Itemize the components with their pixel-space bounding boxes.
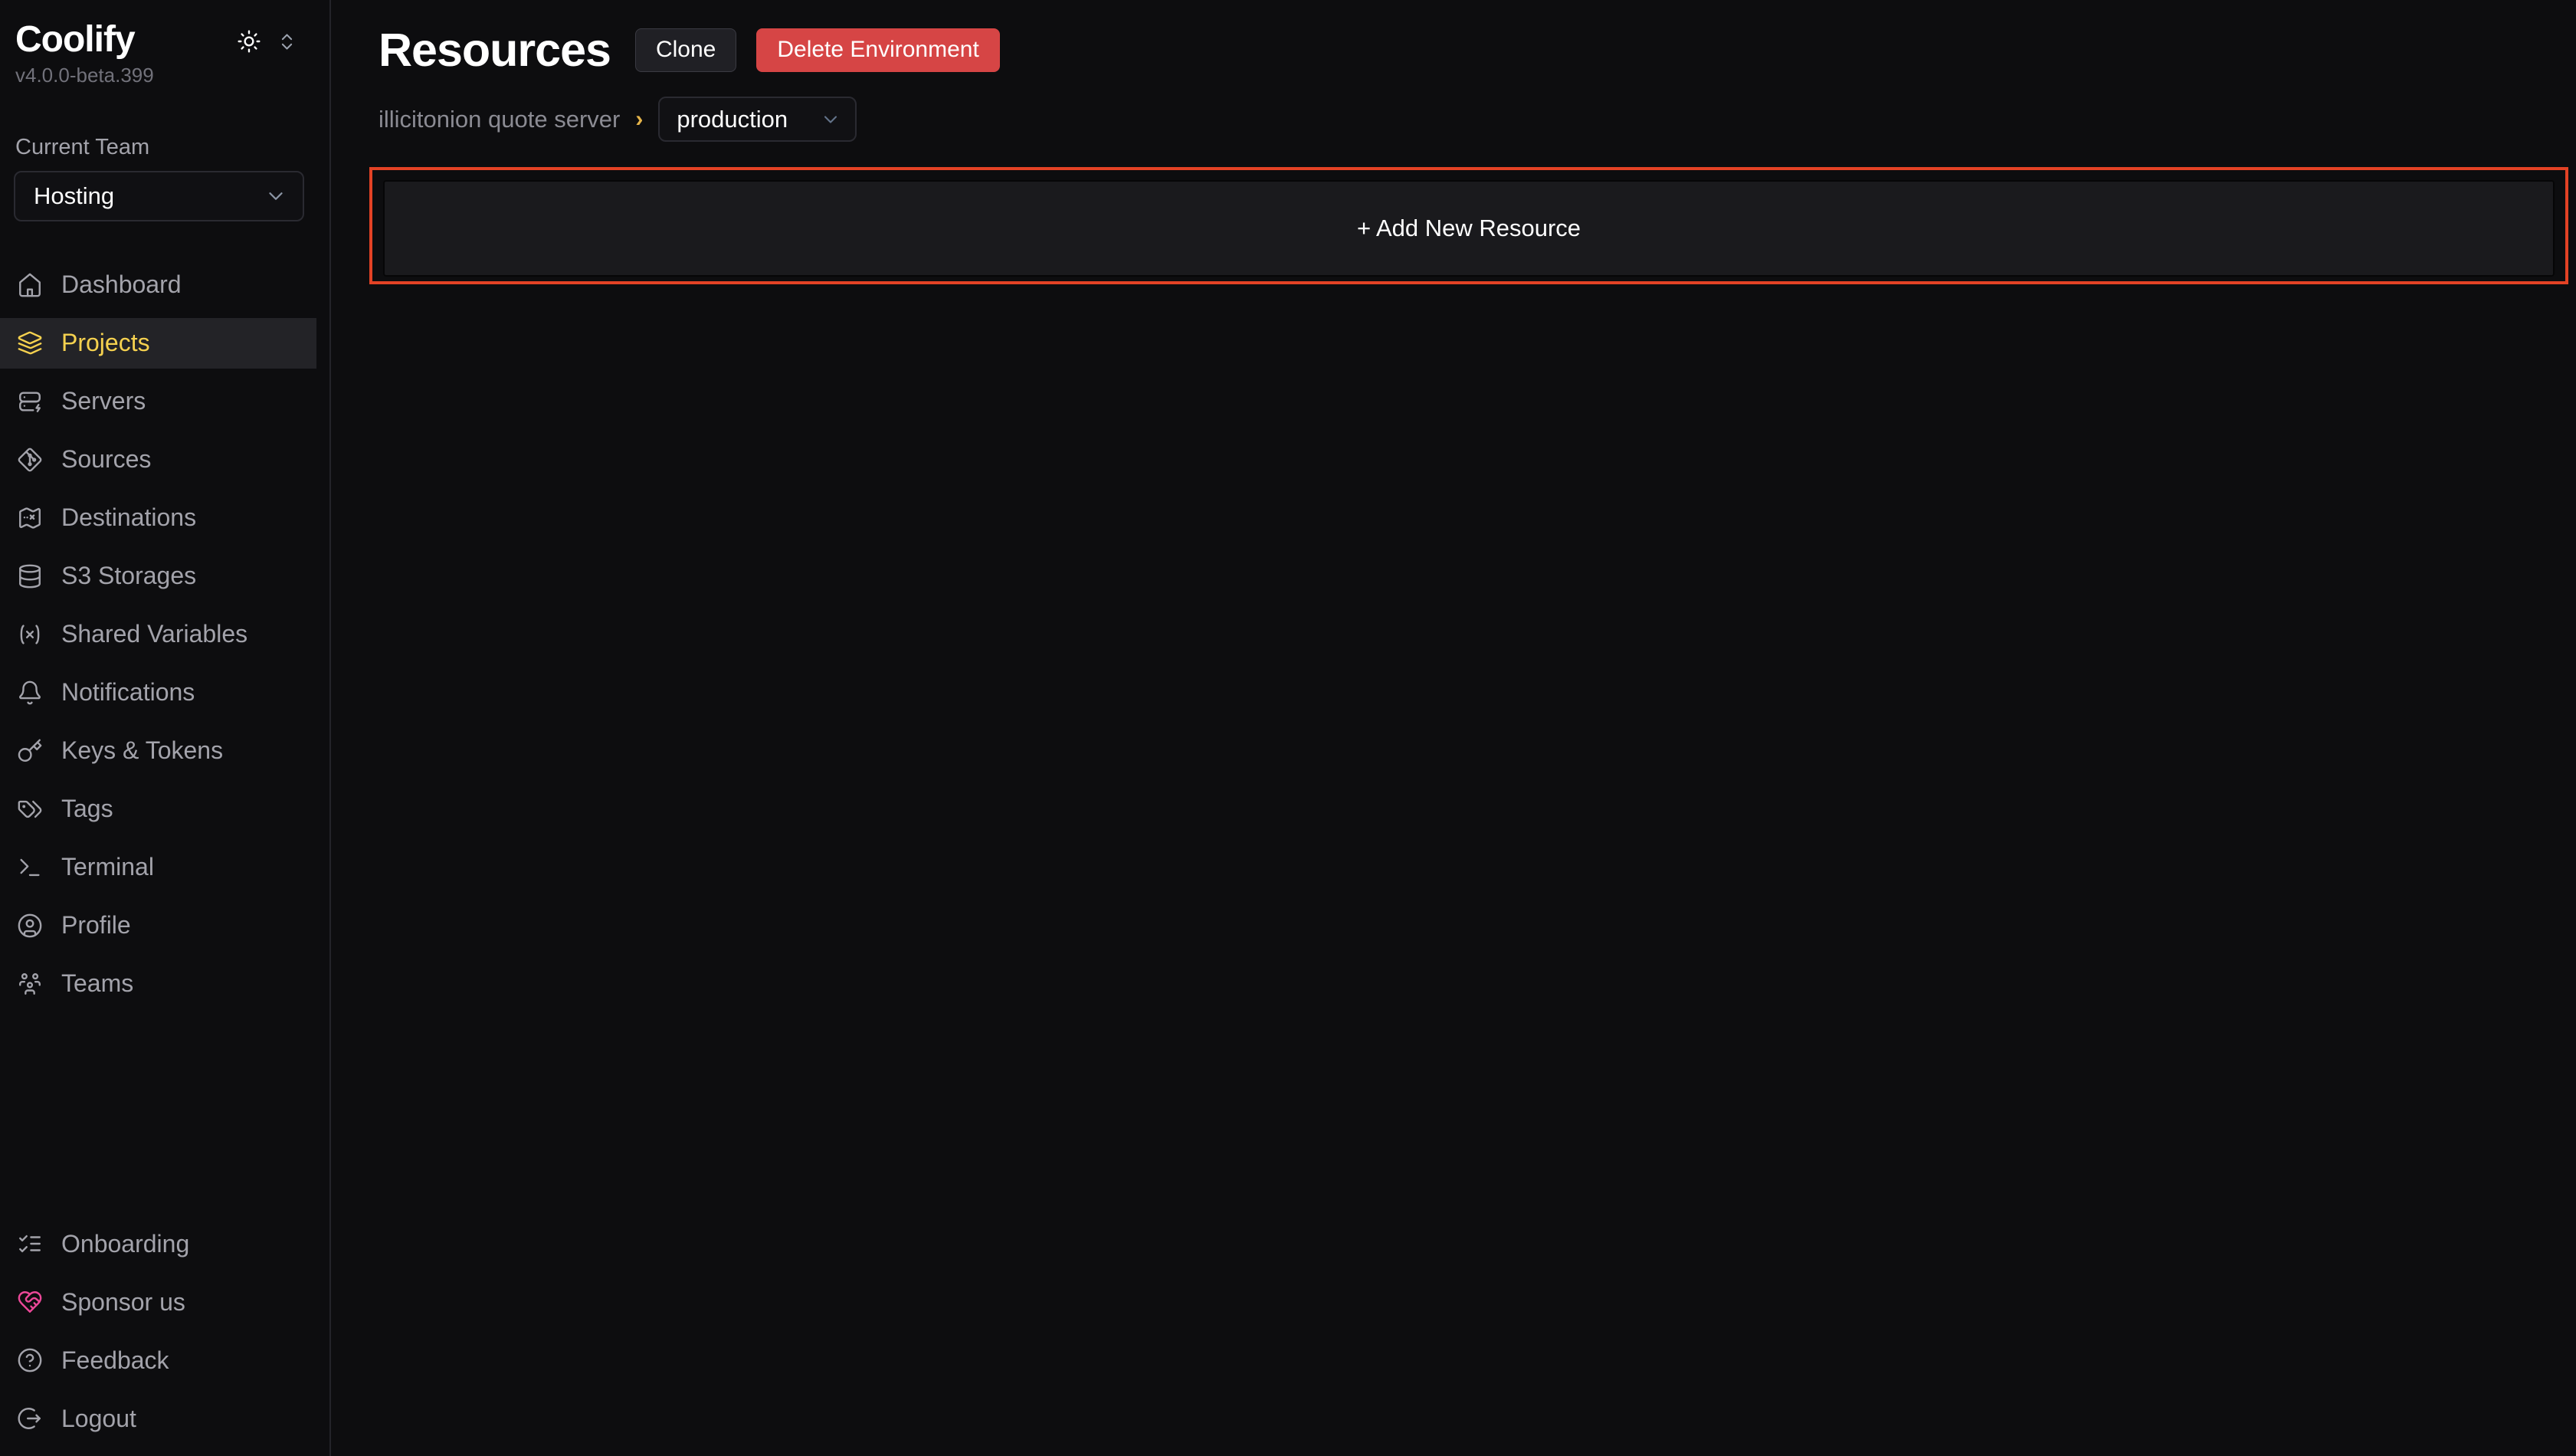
sidebar-item-notifications[interactable]: Notifications (0, 667, 316, 718)
layers-icon (17, 330, 43, 356)
breadcrumb: illicitonion quote server › production (379, 97, 2576, 142)
team-select[interactable]: Hosting (14, 171, 304, 221)
sidebar-item-label: Tags (61, 795, 113, 823)
database-icon (17, 563, 43, 589)
tags-icon (17, 796, 43, 822)
sidebar-item-label: Feedback (61, 1346, 169, 1375)
main-content: Resources Clone Delete Environment illic… (331, 0, 2576, 1456)
logo-row: Coolify (0, 0, 329, 61)
sidebar-item-label: Logout (61, 1405, 136, 1433)
users-icon (17, 971, 43, 997)
home-icon (17, 272, 43, 298)
variable-icon (17, 621, 43, 648)
environment-select-value: production (677, 106, 788, 133)
page-title: Resources (379, 23, 611, 77)
sidebar-footer-nav: Onboarding Sponsor us Feedback Logout (0, 1218, 329, 1456)
sidebar-item-teams[interactable]: Teams (0, 959, 316, 1009)
sidebar-item-label: Shared Variables (61, 620, 247, 648)
sidebar-item-logout[interactable]: Logout (0, 1393, 316, 1444)
sidebar-item-label: Projects (61, 329, 150, 357)
sidebar-item-label: Keys & Tokens (61, 736, 223, 765)
server-bolt-icon (17, 389, 43, 415)
app-version: v4.0.0-beta.399 (0, 61, 329, 87)
current-team-label: Current Team (0, 87, 329, 171)
map-icon (17, 505, 43, 531)
user-circle-icon (17, 913, 43, 939)
sidebar-item-label: Sources (61, 445, 151, 474)
logout-icon (17, 1405, 43, 1431)
breadcrumb-project-link[interactable]: illicitonion quote server (379, 106, 620, 133)
highlight-annotation-box: + Add New Resource (369, 167, 2568, 284)
sidebar-item-onboarding[interactable]: Onboarding (0, 1218, 316, 1269)
help-circle-icon (17, 1347, 43, 1373)
chevron-down-icon (820, 109, 841, 130)
heart-handshake-icon (17, 1289, 43, 1315)
sidebar-item-dashboard[interactable]: Dashboard (0, 260, 316, 310)
breadcrumb-chevron-icon: › (635, 107, 643, 133)
sidebar-item-keys-tokens[interactable]: Keys & Tokens (0, 726, 316, 776)
environment-select[interactable]: production (658, 97, 857, 142)
sidebar-item-label: Destinations (61, 503, 196, 532)
theme-toggle-sun-icon[interactable] (237, 29, 261, 54)
chevrons-up-down-icon[interactable] (277, 31, 297, 52)
sidebar-item-shared-variables[interactable]: Shared Variables (0, 609, 316, 660)
top-icons (237, 29, 297, 54)
sidebar-item-tags[interactable]: Tags (0, 784, 316, 835)
sidebar-item-label: Servers (61, 387, 146, 415)
page-header: Resources Clone Delete Environment (379, 23, 2576, 77)
sidebar-item-profile[interactable]: Profile (0, 900, 316, 951)
sidebar-item-s3-storages[interactable]: S3 Storages (0, 551, 316, 602)
delete-environment-button[interactable]: Delete Environment (756, 28, 999, 72)
sidebar-item-sponsor-us[interactable]: Sponsor us (0, 1277, 316, 1327)
terminal-icon (17, 854, 43, 880)
app-logo: Coolify (15, 20, 135, 61)
sidebar-nav: Dashboard Projects Servers Sources Desti… (0, 260, 329, 1017)
list-checks-icon (17, 1231, 43, 1257)
sidebar-item-destinations[interactable]: Destinations (0, 493, 316, 543)
sidebar-item-projects[interactable]: Projects (0, 318, 316, 369)
key-icon (17, 738, 43, 764)
clone-button[interactable]: Clone (635, 28, 736, 72)
sidebar-item-label: Dashboard (61, 271, 182, 299)
sidebar-item-label: S3 Storages (61, 562, 196, 590)
sidebar-item-label: Sponsor us (61, 1288, 185, 1317)
sidebar-item-label: Notifications (61, 678, 195, 707)
sidebar-item-label: Profile (61, 911, 131, 940)
git-icon (17, 447, 43, 473)
sidebar-item-label: Terminal (61, 853, 154, 881)
sidebar-spacer (0, 1017, 329, 1218)
sidebar: Coolify v4.0.0-beta.399 Current Team Hos… (0, 0, 331, 1456)
sidebar-item-terminal[interactable]: Terminal (0, 842, 316, 893)
team-select-value: Hosting (34, 182, 114, 210)
chevron-down-icon (264, 185, 287, 208)
sidebar-item-feedback[interactable]: Feedback (0, 1335, 316, 1385)
sidebar-item-label: Onboarding (61, 1230, 189, 1258)
sidebar-item-label: Teams (61, 969, 133, 998)
sidebar-item-sources[interactable]: Sources (0, 435, 316, 485)
add-new-resource-button[interactable]: + Add New Resource (383, 180, 2555, 277)
sidebar-item-servers[interactable]: Servers (0, 376, 316, 427)
bell-icon (17, 680, 43, 706)
